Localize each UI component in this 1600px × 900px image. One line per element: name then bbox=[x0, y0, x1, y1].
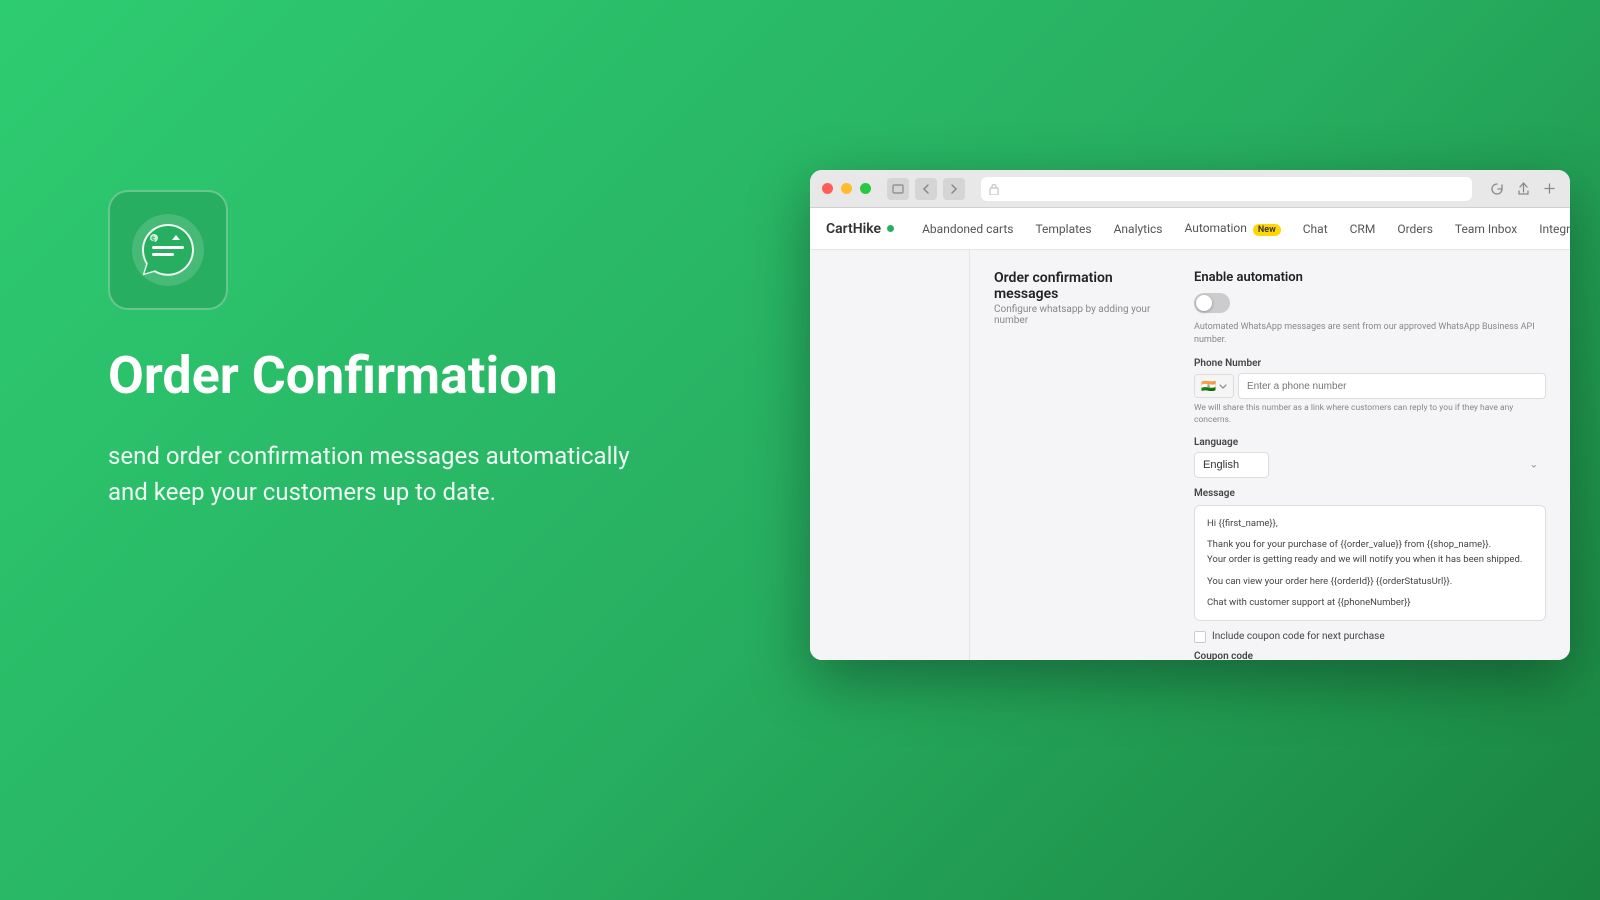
coupon-include-label: Include coupon code for next purchase bbox=[1212, 631, 1385, 642]
flag-selector[interactable]: 🇮🇳 bbox=[1194, 374, 1234, 398]
traffic-light-fullscreen[interactable] bbox=[860, 183, 871, 194]
back-button[interactable] bbox=[915, 178, 937, 200]
message-line-2: Thank you for your purchase of {{order_v… bbox=[1207, 537, 1533, 552]
phone-label: Phone Number bbox=[1194, 358, 1546, 369]
forward-button[interactable] bbox=[943, 178, 965, 200]
content-main: Order confirmation messages Configure wh… bbox=[970, 250, 1570, 660]
language-select[interactable]: English Spanish French German Portuguese bbox=[1194, 452, 1269, 478]
flag-emoji: 🇮🇳 bbox=[1201, 379, 1216, 393]
nav-item-automation[interactable]: Automation New bbox=[1175, 216, 1291, 241]
message-line-5: Chat with customer support at {{phoneNum… bbox=[1207, 595, 1533, 610]
app-content: Order confirmation messages Configure wh… bbox=[810, 250, 1570, 660]
address-bar[interactable] bbox=[981, 177, 1472, 201]
automation-badge: New bbox=[1253, 224, 1281, 236]
page-description: send order confirmation messages automat… bbox=[108, 438, 638, 510]
browser-window: CartHike Abandoned carts Templates Analy… bbox=[810, 170, 1570, 660]
select-arrow-icon: ⌄ bbox=[1530, 459, 1538, 470]
enable-label: Enable automation bbox=[1194, 270, 1546, 285]
phone-input-row: 🇮🇳 bbox=[1194, 373, 1546, 399]
browser-chrome bbox=[810, 170, 1570, 208]
window-button[interactable] bbox=[887, 178, 909, 200]
message-box: Hi {{first_name}}, Thank you for your pu… bbox=[1194, 505, 1546, 621]
brand-dot bbox=[887, 225, 894, 232]
toggle-container[interactable] bbox=[1194, 293, 1546, 313]
nav-brand: CartHike bbox=[826, 221, 894, 237]
nav-item-analytics[interactable]: Analytics bbox=[1104, 217, 1173, 241]
coupon-include-row: Include coupon code for next purchase bbox=[1194, 631, 1546, 643]
content-sidebar bbox=[810, 250, 970, 660]
enable-toggle[interactable] bbox=[1194, 293, 1230, 313]
language-select-wrapper: English Spanish French German Portuguese… bbox=[1194, 452, 1546, 478]
traffic-light-close[interactable] bbox=[822, 183, 833, 194]
message-line-1: Hi {{first_name}}, bbox=[1207, 516, 1533, 531]
section-subtitle: Configure whatsapp by adding your number bbox=[994, 304, 1174, 326]
share-button[interactable] bbox=[1514, 180, 1532, 198]
nav-item-crm[interactable]: CRM bbox=[1340, 217, 1386, 241]
brand-name: CartHike bbox=[826, 221, 881, 237]
auto-desc: Automated WhatsApp messages are sent fro… bbox=[1194, 321, 1546, 346]
app-logo: $ bbox=[108, 190, 228, 310]
section-title: Order confirmation messages bbox=[994, 270, 1174, 302]
browser-actions bbox=[1488, 180, 1558, 198]
app-nav: CartHike Abandoned carts Templates Analy… bbox=[810, 208, 1570, 250]
nav-item-integrations[interactable]: Integrations bbox=[1529, 217, 1570, 241]
language-label: Language bbox=[1194, 437, 1546, 448]
nav-item-team-inbox[interactable]: Team Inbox bbox=[1445, 217, 1527, 241]
svg-text:$: $ bbox=[151, 236, 155, 244]
page-heading: Order Confirmation bbox=[108, 346, 638, 406]
toggle-knob bbox=[1196, 295, 1212, 311]
nav-item-orders[interactable]: Orders bbox=[1387, 217, 1443, 241]
message-line-4: You can view your order here {{orderId}}… bbox=[1207, 574, 1533, 589]
coupon-checkbox[interactable] bbox=[1194, 631, 1206, 643]
coupon-code-label: Coupon code bbox=[1194, 651, 1546, 660]
nav-item-chat[interactable]: Chat bbox=[1293, 217, 1338, 241]
add-tab-button[interactable] bbox=[1540, 180, 1558, 198]
reload-button[interactable] bbox=[1488, 180, 1506, 198]
message-line-3: Your order is getting ready and we will … bbox=[1207, 552, 1533, 567]
phone-input[interactable] bbox=[1238, 373, 1546, 399]
form-panel: Enable automation Automated WhatsApp mes… bbox=[1194, 270, 1546, 660]
browser-controls bbox=[887, 178, 965, 200]
phone-hint: We will share this number as a link wher… bbox=[1194, 403, 1546, 427]
nav-item-abandoned-carts[interactable]: Abandoned carts bbox=[912, 217, 1023, 241]
traffic-light-minimize[interactable] bbox=[841, 183, 852, 194]
nav-item-templates[interactable]: Templates bbox=[1025, 217, 1101, 241]
message-label: Message bbox=[1194, 488, 1546, 499]
